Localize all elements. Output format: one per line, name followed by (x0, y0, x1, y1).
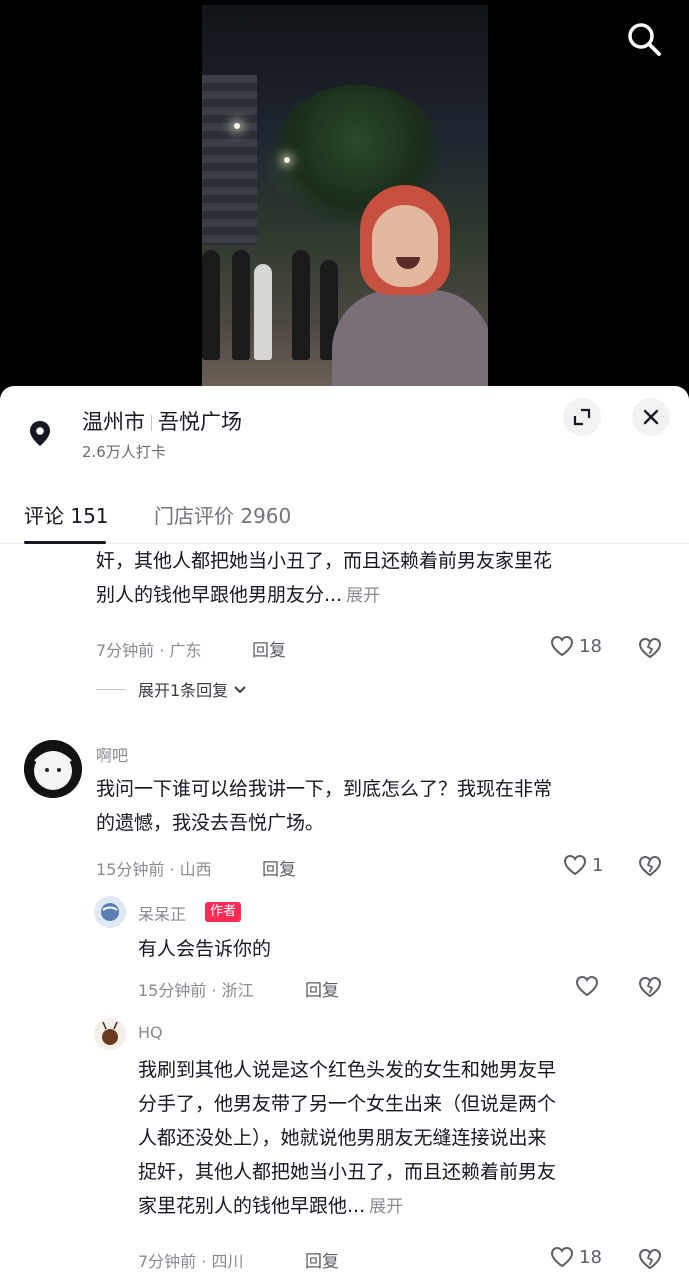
expand-text-link[interactable]: 展开 (369, 1197, 403, 1217)
like-button[interactable]: 18 (549, 634, 602, 658)
heart-icon (575, 975, 599, 997)
comment-text: 奸，其他人都把她当小丑了，而且还赖着前男友家里花 别人的钱他早跟他男朋友分...… (96, 544, 552, 613)
comment-line: 人都还没处上），她就说他男朋友无缝连接说出来 (138, 1127, 547, 1149)
comment-line: 的遗憾，我没去吾悦广场。 (96, 812, 325, 834)
comment-meta: 15分钟前 · 山西 (96, 860, 212, 879)
broken-heart-icon (638, 637, 662, 659)
comment-username[interactable]: 啊吧 (96, 742, 128, 766)
comment-sheet: 温州市 吾悦广场 2.6万人打卡 评论 151 门店评价 2960 奸，其他人都把… (0, 386, 689, 1280)
avatar-image (24, 740, 82, 798)
expand-replies-label: 展开1条回复 (138, 681, 229, 700)
location-title[interactable]: 温州市 吾悦广场 (82, 406, 242, 436)
reply-username[interactable]: 呆呆正 (138, 901, 186, 925)
avatar[interactable] (94, 1018, 126, 1050)
comment-line: 家里花别人的钱他早跟他... (138, 1195, 366, 1217)
chevron-down-icon (234, 686, 246, 694)
comment-meta: 7分钟前 · 广东 (96, 641, 202, 660)
reply-button[interactable]: 回复 (252, 636, 286, 661)
person-in-video (332, 185, 488, 390)
comment-line: 奸，其他人都把她当小丑了，而且还赖着前男友家里花 (96, 550, 553, 572)
reply-meta: 15分钟前 · 浙江 (138, 981, 254, 1000)
expand-replies-button[interactable]: 展开1条回复 (96, 677, 248, 701)
comment-line: 我刷到其他人说是这个红色头发的女生和她男友早 (138, 1059, 557, 1081)
reply-button[interactable]: 回复 (305, 976, 339, 1001)
reply-button[interactable]: 回复 (305, 1247, 339, 1272)
search-button[interactable] (623, 18, 665, 60)
divider-line (96, 688, 126, 690)
heart-icon (563, 854, 587, 876)
like-count: 18 (579, 1246, 602, 1268)
checkin-count: 2.6万人打卡 (82, 443, 166, 461)
expand-text-link[interactable]: 展开 (346, 586, 380, 606)
minimize-button[interactable] (563, 398, 601, 436)
streetlight (284, 157, 290, 163)
streetlight (234, 123, 240, 129)
reply-username[interactable]: HQ (138, 1023, 163, 1042)
close-button[interactable] (632, 398, 670, 436)
like-button[interactable]: 1 (562, 853, 603, 877)
title-separator (151, 415, 152, 431)
bystander (292, 250, 310, 360)
bystander (202, 250, 220, 360)
like-count: 18 (579, 635, 602, 657)
video-player[interactable] (0, 0, 689, 400)
dislike-button[interactable] (637, 974, 663, 1000)
comment-line: 分手了，他男友带了另一个女生出来（但说是两个 (138, 1093, 557, 1115)
dislike-button[interactable] (637, 853, 663, 879)
minimize-icon (573, 408, 591, 426)
reply-text: 有人会告诉你的 (138, 932, 271, 966)
dislike-button[interactable] (637, 635, 663, 661)
location-city: 温州市 (82, 410, 145, 434)
location-pin-icon (22, 415, 58, 451)
reply-text: 我刷到其他人说是这个红色头发的女生和她男友早 分手了，他男友带了另一个女生出来（… (138, 1053, 556, 1224)
avatar-image (94, 896, 126, 928)
close-icon (643, 409, 659, 425)
author-badge: 作者 (205, 902, 242, 922)
bystander (232, 250, 250, 360)
comment-line: 我问一下谁可以给我讲一下，到底怎么了？我现在非常 (96, 778, 553, 800)
comment-line: 有人会告诉你的 (138, 938, 272, 960)
avatar[interactable] (24, 740, 82, 798)
heart-icon (550, 1246, 574, 1268)
broken-heart-icon (638, 855, 662, 877)
background-building (202, 75, 257, 245)
tab-store-reviews[interactable]: 门店评价 2960 (154, 500, 291, 529)
like-button[interactable]: 18 (549, 1245, 602, 1269)
reply-meta: 7分钟前 · 四川 (138, 1252, 244, 1271)
avatar[interactable] (94, 896, 126, 928)
broken-heart-icon (638, 976, 662, 998)
bystander (254, 264, 272, 360)
reply-button[interactable]: 回复 (262, 855, 296, 880)
tab-bar: 评论 151 门店评价 2960 (0, 494, 689, 544)
search-icon (628, 23, 661, 56)
broken-heart-icon (638, 1248, 662, 1270)
comment-line: 别人的钱他早跟他男朋友分... (96, 584, 343, 606)
video-frame[interactable] (202, 5, 488, 390)
comment-text: 我问一下谁可以给我讲一下，到底怎么了？我现在非常 的遗憾，我没去吾悦广场。 (96, 772, 552, 840)
like-button[interactable] (574, 974, 600, 998)
dislike-button[interactable] (637, 1246, 663, 1272)
location-place: 吾悦广场 (158, 410, 242, 434)
like-count: 1 (592, 854, 604, 876)
comment-line: 捉奸，其他人都把她当小丑了，而且还赖着前男友 (138, 1161, 557, 1183)
avatar-image (94, 1018, 126, 1050)
heart-icon (550, 635, 574, 657)
comment-list[interactable]: 奸，其他人都把她当小丑了，而且还赖着前男友家里花 别人的钱他早跟他男朋友分...… (0, 544, 689, 1280)
tab-comments[interactable]: 评论 151 (24, 500, 109, 529)
